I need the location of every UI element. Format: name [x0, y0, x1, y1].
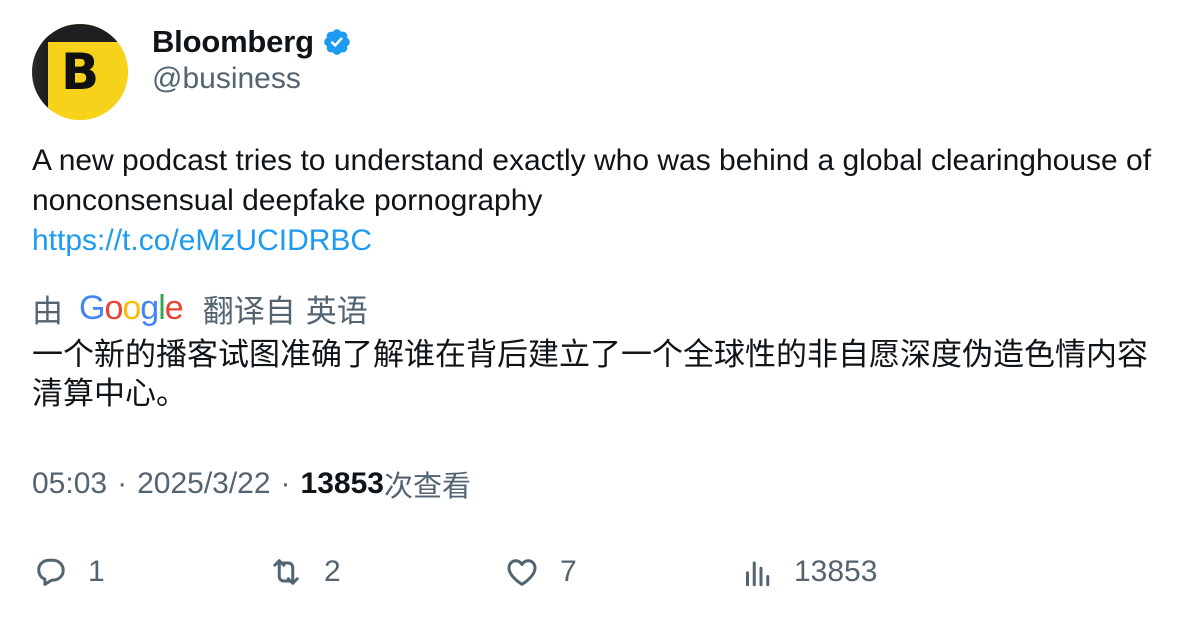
author-handle[interactable]: @business: [152, 62, 301, 96]
views-label: 次查看: [383, 469, 471, 503]
translated-text: 一个新的播客试图准确了解谁在背后建立了一个全球性的非自愿深度伪造色情内容清算中心…: [32, 337, 1148, 412]
analytics-icon: [746, 561, 770, 587]
tweet-link[interactable]: https://t.co/eMzUCIDRBC: [32, 221, 1162, 261]
tweet-time[interactable]: 05:03: [32, 467, 107, 501]
like-count: 7: [560, 555, 577, 588]
tweet-text: A new podcast tries to understand exactl…: [32, 141, 1162, 261]
verified-badge-icon[interactable]: [322, 27, 352, 57]
meta-separator: ·: [117, 467, 128, 500]
views-count: 13853: [300, 467, 384, 500]
translation-attribution[interactable]: 由 Google 翻译自 英语: [32, 286, 368, 330]
reply-count: 1: [88, 555, 105, 588]
author-name-row: Bloomberg: [152, 22, 352, 62]
retweet-icon: [273, 559, 299, 585]
views-action-count: 13853: [794, 555, 878, 588]
google-logo-icon: Google: [79, 289, 184, 327]
tweet-card: B Bloomberg @business A new podcast trie…: [0, 0, 1196, 618]
retweet-count: 2: [324, 555, 341, 588]
reply-icon: [37, 558, 65, 586]
tweet-meta: 05:03 · 2025/3/22 · 13853 次查看: [32, 464, 471, 504]
retweet-button[interactable]: 2: [268, 552, 341, 592]
tweet-body: A new podcast tries to understand exactl…: [32, 144, 1152, 217]
author-display-name[interactable]: Bloomberg: [152, 24, 314, 60]
tweet-date[interactable]: 2025/3/22: [137, 467, 270, 501]
translation-from-label: 翻译自: [202, 293, 296, 329]
views-button[interactable]: 13853: [740, 552, 877, 592]
avatar-letter: B: [60, 43, 100, 101]
translation-source-language: 英语: [305, 293, 368, 329]
avatar[interactable]: B: [32, 24, 128, 120]
reply-button[interactable]: 1: [32, 552, 105, 592]
like-button[interactable]: 7: [504, 552, 577, 592]
translation-by-label: 由: [32, 293, 63, 329]
heart-icon: [507, 559, 537, 586]
meta-separator: ·: [280, 467, 291, 500]
